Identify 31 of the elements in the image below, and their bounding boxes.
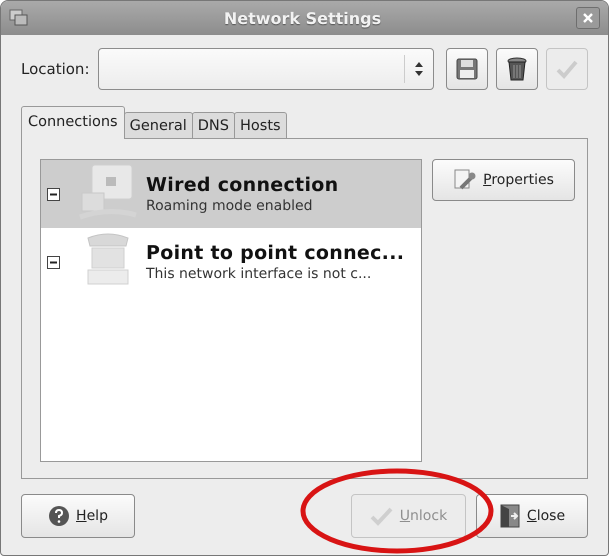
connection-row[interactable]: Wired connection Roaming mode enabled — [41, 160, 421, 228]
save-button[interactable] — [446, 48, 488, 90]
trash-can-icon — [505, 56, 529, 82]
close-button[interactable]: Close — [476, 494, 588, 538]
spinner-arrows-icon — [415, 61, 423, 77]
checkmark-icon — [370, 506, 394, 526]
tab[interactable]: DNS — [192, 112, 235, 138]
window-title: Network Settings — [222, 8, 382, 28]
connection-status: This network interface is not c... — [146, 266, 372, 282]
help-icon — [48, 505, 70, 527]
tab[interactable]: General — [124, 112, 193, 138]
connection-title: Wired connection — [146, 174, 338, 196]
connection-title: Point to point connec... — [146, 242, 404, 264]
minus-icon[interactable] — [47, 188, 60, 200]
checkmark-icon — [556, 59, 578, 79]
computer-icon — [78, 163, 138, 221]
delete-button[interactable] — [496, 48, 538, 90]
location-label: Location: — [21, 60, 90, 78]
minus-icon[interactable] — [47, 256, 60, 268]
tab[interactable]: Hosts — [234, 112, 287, 138]
properties-button[interactable]: Properties — [432, 159, 575, 201]
location-dropdown[interactable] — [98, 48, 434, 90]
connection-status: Roaming mode enabled — [146, 198, 314, 214]
wrench-document-icon — [453, 168, 478, 192]
exit-door-icon — [498, 504, 521, 528]
connection-row[interactable]: Point to point connec... This network interface is not c... — [41, 228, 421, 296]
close-icon — [583, 13, 593, 23]
window-icon — [9, 9, 29, 27]
close-window-button[interactable] — [576, 7, 600, 29]
tab[interactable]: Connections — [21, 106, 125, 139]
help-button[interactable]: Help — [21, 494, 135, 538]
